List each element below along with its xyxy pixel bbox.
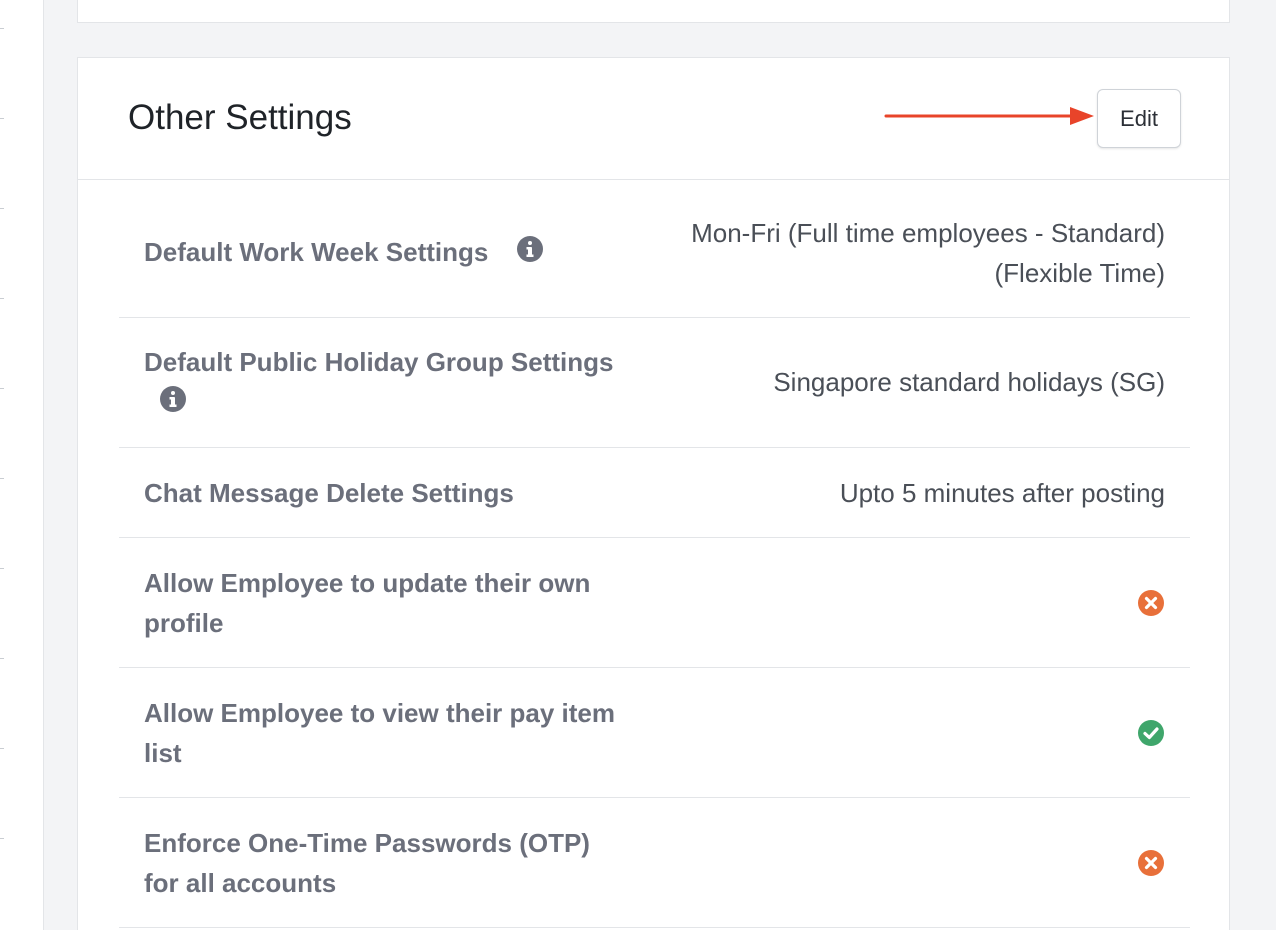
- rail-tick: [0, 658, 4, 659]
- x-circle-icon: [1138, 850, 1164, 876]
- setting-label-line: list: [144, 738, 182, 768]
- setting-label-line: Allow Employee to update their own: [144, 568, 591, 598]
- setting-value: Upto 5 minutes after posting: [839, 478, 1165, 508]
- red-arrow-annotation: [884, 107, 1094, 125]
- rail-tick: [0, 838, 4, 839]
- setting-row-update-profile: Allow Employee to update their own profi…: [119, 538, 1190, 668]
- settings-list: Default Work Week Settings Mon-Fri (Full…: [119, 180, 1190, 928]
- info-icon[interactable]: [516, 234, 544, 274]
- x-circle-icon: [1138, 590, 1164, 616]
- setting-row-enforce-otp: Enforce One-Time Passwords (OTP) for all…: [119, 798, 1190, 928]
- setting-label: Enforce One-Time Passwords (OTP) for all…: [144, 823, 664, 903]
- setting-label: Default Work Week Settings: [144, 232, 664, 274]
- rail-tick: [0, 298, 4, 299]
- edit-button[interactable]: Edit: [1097, 89, 1181, 148]
- rail-tick: [0, 478, 4, 479]
- setting-value-line: Mon-Fri (Full time employees - Standard): [691, 218, 1165, 248]
- rail-tick: [0, 208, 4, 209]
- previous-card-bottom: [77, 0, 1230, 23]
- setting-label: Chat Message Delete Settings: [144, 478, 514, 508]
- setting-label-line: Enforce One-Time Passwords (OTP): [144, 828, 590, 858]
- setting-row-view-pay-items: Allow Employee to view their pay item li…: [119, 668, 1190, 798]
- section-title: Other Settings: [128, 98, 352, 137]
- setting-label: Default Public Holiday Group Settings: [144, 342, 664, 424]
- setting-label-text: Default Work Week Settings: [144, 237, 489, 267]
- setting-row-default-work-week: Default Work Week Settings Mon-Fri (Full…: [119, 180, 1190, 318]
- rail-tick: [0, 118, 4, 119]
- other-settings-card: Other Settings Edit Default Work Week Se…: [77, 57, 1230, 930]
- rail-tick: [0, 388, 4, 389]
- rail-tick: [0, 568, 4, 569]
- setting-row-public-holiday: Default Public Holiday Group Settings Si…: [119, 318, 1190, 448]
- setting-value-line: (Flexible Time): [994, 258, 1165, 288]
- setting-label: Allow Employee to update their own profi…: [144, 563, 664, 643]
- rail-tick: [0, 28, 4, 29]
- setting-label-line: profile: [144, 608, 224, 638]
- setting-label: Allow Employee to view their pay item li…: [144, 693, 664, 773]
- check-circle-icon: [1138, 720, 1164, 746]
- card-header: Other Settings Edit: [78, 58, 1229, 180]
- left-rail: [0, 0, 44, 930]
- setting-label-line: for all accounts: [144, 868, 337, 898]
- setting-value: Singapore standard holidays (SG): [773, 367, 1165, 397]
- setting-label-text: Default Public Holiday Group Settings: [144, 347, 614, 377]
- setting-value: Mon-Fri (Full time employees - Standard)…: [691, 213, 1165, 293]
- setting-row-chat-delete: Chat Message Delete Settings Upto 5 minu…: [119, 448, 1190, 538]
- setting-label-line: Allow Employee to view their pay item: [144, 698, 616, 728]
- info-icon[interactable]: [159, 384, 187, 424]
- rail-tick: [0, 748, 4, 749]
